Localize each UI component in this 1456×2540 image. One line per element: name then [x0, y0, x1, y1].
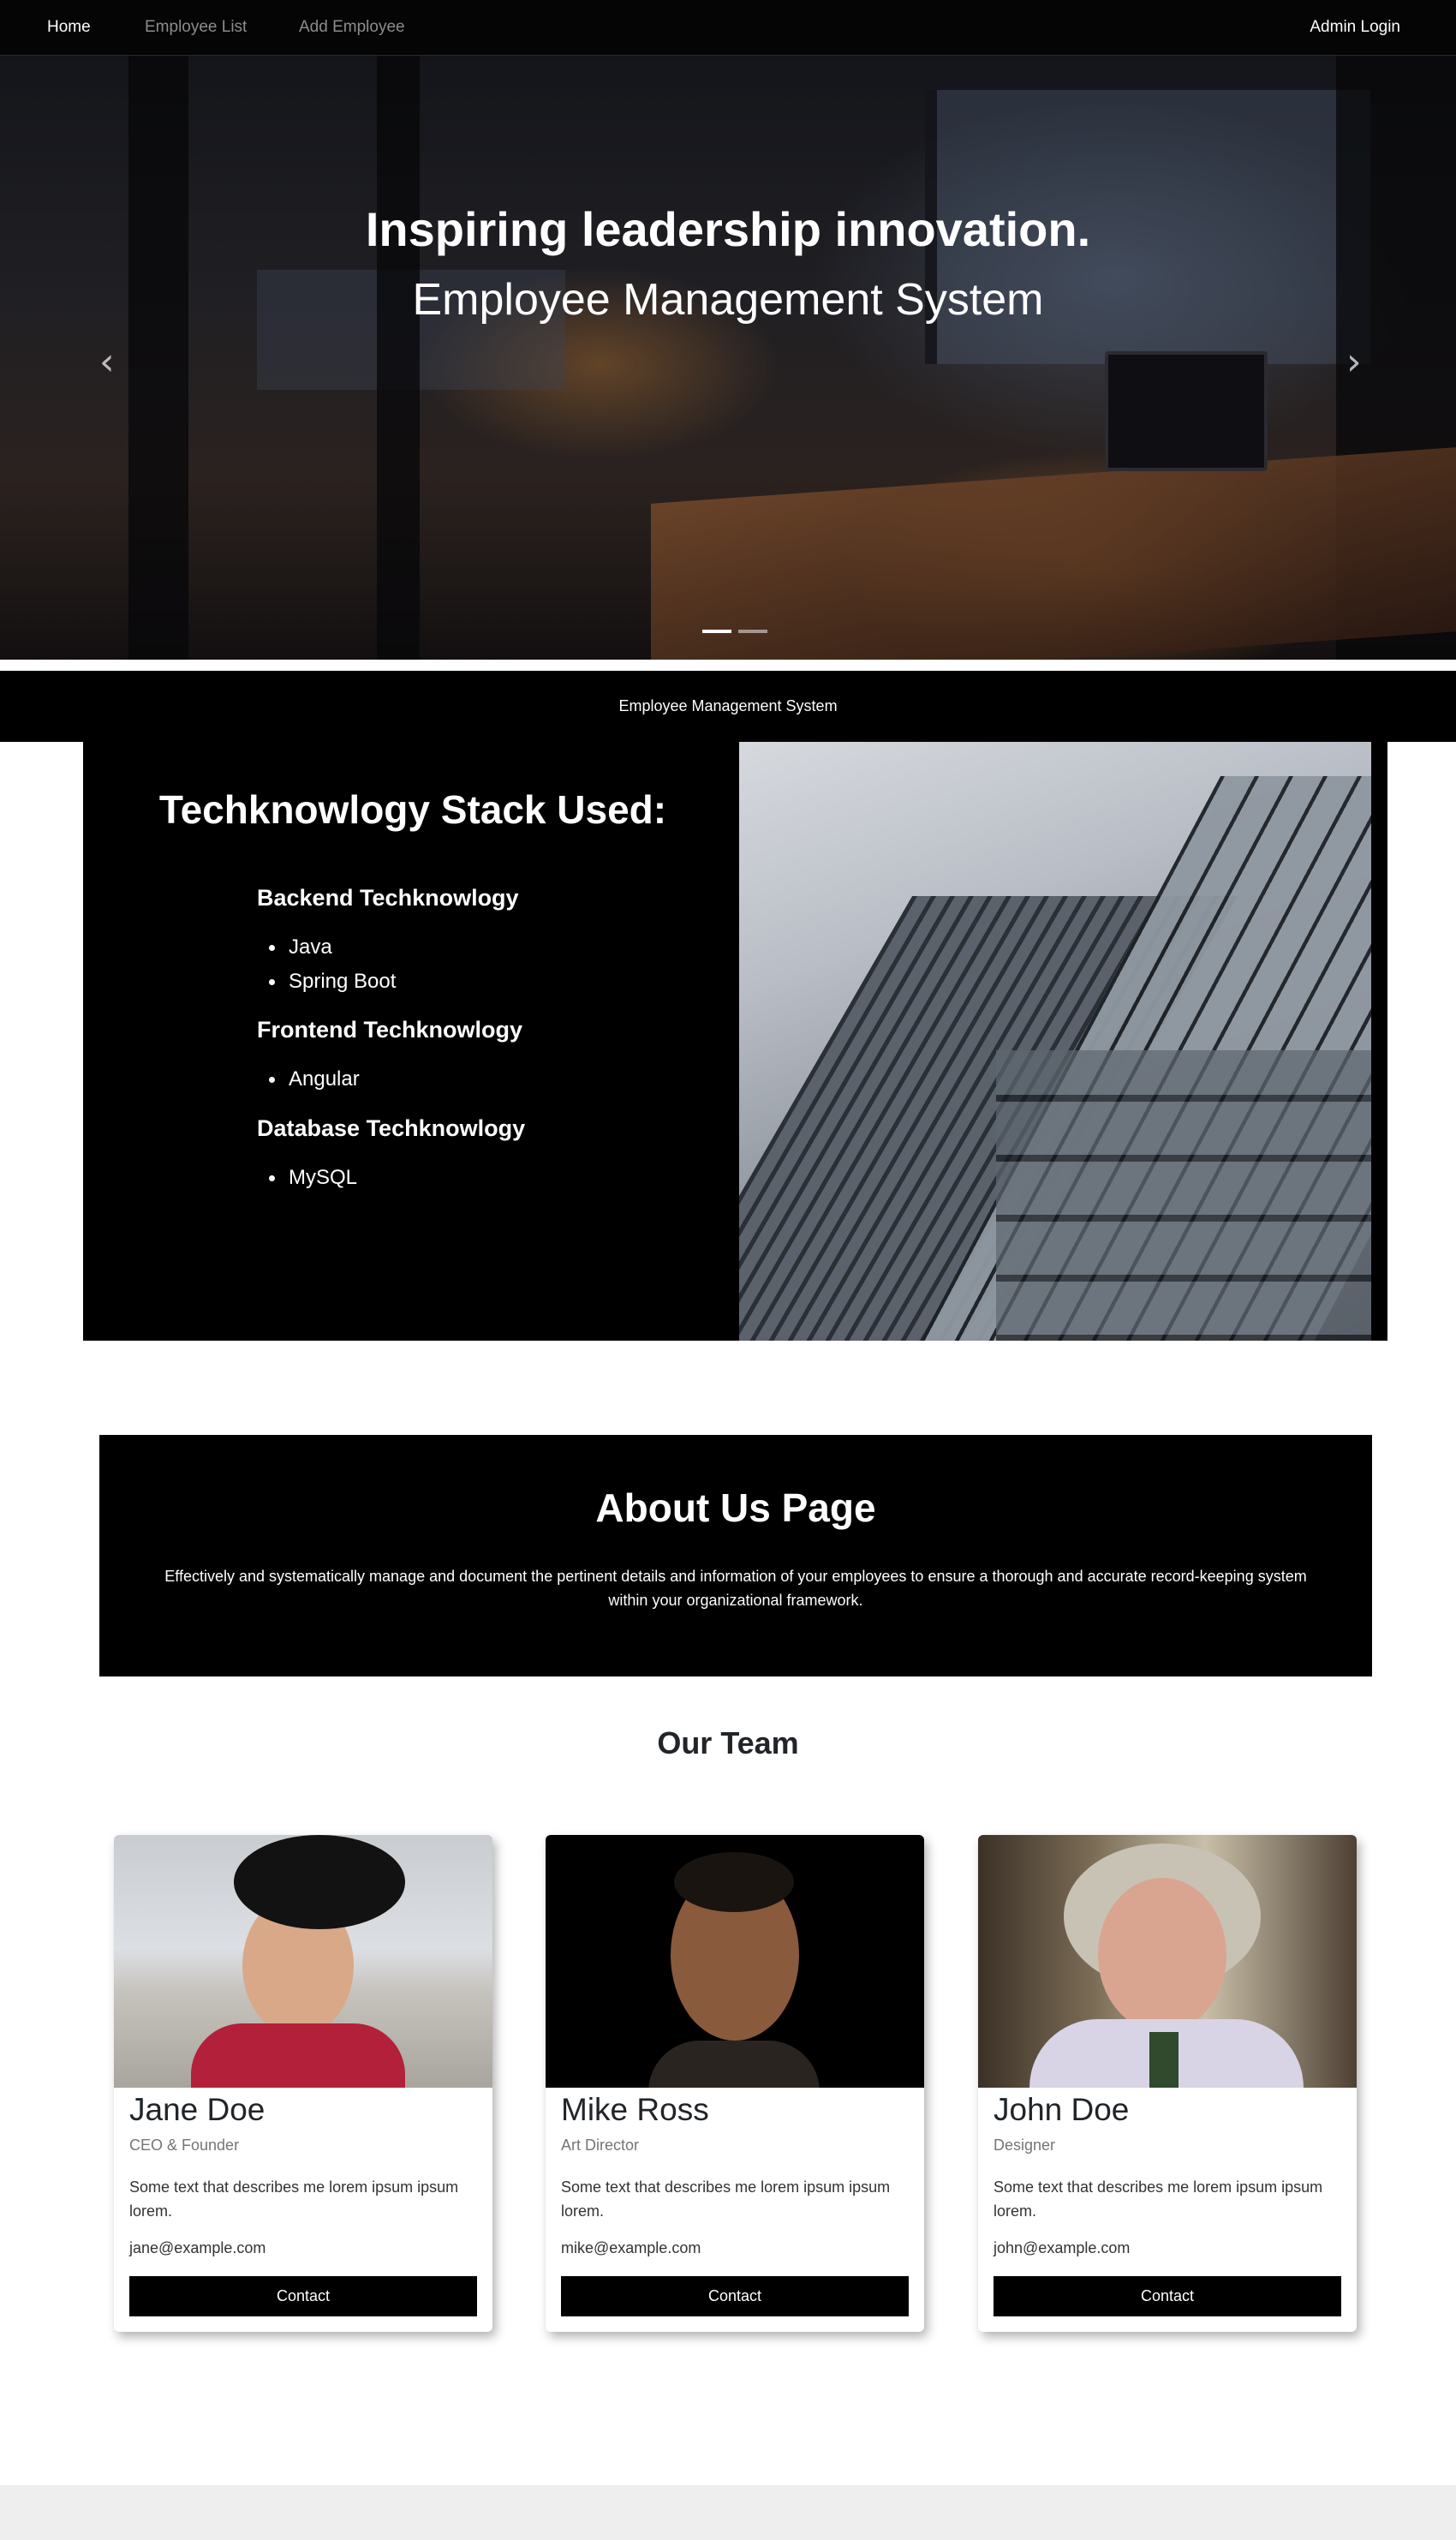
nav-add-employee-link[interactable]: Add Employee [299, 18, 405, 37]
backend-item-java: Java [257, 935, 332, 959]
tech-stack-section: Techknowlogy Stack Used: Backend Techkno… [83, 742, 1387, 1341]
team-card-john: John Doe Designer Some text that describ… [978, 1835, 1357, 2332]
member-email: jane@example.com [129, 2239, 266, 2256]
hero-subtitle: Employee Management System [412, 275, 1044, 325]
page-footer [0, 2485, 1456, 2540]
nav-employee-list-link[interactable]: Employee List [145, 18, 247, 37]
contact-button[interactable]: Contact [994, 2276, 1341, 2316]
jane-photo [114, 1835, 492, 2088]
about-description: Effectively and systematically manage an… [164, 1568, 1307, 1609]
building-floors [996, 1050, 1371, 1341]
contact-button[interactable]: Contact [129, 2276, 477, 2316]
about-title: About Us Page [595, 1485, 876, 1530]
member-description: Some text that describes me lorem ipsum … [129, 2178, 459, 2220]
nav-home-link[interactable]: Home [47, 18, 91, 37]
carousel-next-icon[interactable]: › [1346, 340, 1362, 384]
member-role: CEO & Founder [129, 2137, 240, 2154]
team-card-jane: Jane Doe CEO & Founder Some text that de… [114, 1835, 492, 2332]
team-title: Our Team [657, 1725, 799, 1760]
member-role: Designer [994, 2137, 1056, 2154]
member-email: john@example.com [994, 2239, 1131, 2256]
member-description: Some text that describes me lorem ipsum … [561, 2178, 891, 2220]
top-navbar: Home Employee List Add Employee Admin Lo… [0, 0, 1456, 56]
hero-overlay [0, 56, 1456, 660]
member-name: Jane Doe [129, 2092, 266, 2127]
tech-stack-title: Techknowlogy Stack Used: [158, 787, 667, 832]
frontend-heading: Frontend Techknowlogy [257, 1017, 522, 1043]
frontend-item-angular: Angular [257, 1067, 360, 1091]
team-card-mike: Mike Ross Art Director Some text that de… [546, 1835, 924, 2332]
hero-carousel: Inspiring leadership innovation. Employe… [0, 56, 1456, 660]
about-section: About Us Page Effectively and systematic… [99, 1435, 1372, 1676]
member-role: Art Director [561, 2137, 640, 2154]
carousel-prev-icon[interactable]: ‹ [99, 340, 115, 384]
member-email: mike@example.com [561, 2239, 701, 2256]
strip-title: Employee Management System [618, 697, 838, 714]
hero-title: Inspiring leadership innovation. [365, 202, 1091, 256]
database-item-mysql: MySQL [257, 1166, 357, 1190]
backend-item-spring-boot: Spring Boot [257, 970, 396, 994]
contact-button[interactable]: Contact [561, 2276, 909, 2316]
member-description: Some text that describes me lorem ipsum … [994, 2178, 1323, 2220]
database-heading: Database Techknowlogy [257, 1115, 526, 1141]
carousel-indicator-1[interactable] [702, 630, 731, 633]
john-photo [978, 1835, 1357, 2088]
title-strip: Employee Management System [0, 671, 1456, 742]
nav-admin-login-link[interactable]: Admin Login [1310, 18, 1400, 37]
mike-photo [546, 1835, 924, 2088]
skyscraper-image [739, 742, 1371, 1341]
backend-heading: Backend Techknowlogy [257, 885, 519, 911]
member-name: John Doe [994, 2092, 1130, 2127]
member-name: Mike Ross [561, 2092, 709, 2127]
carousel-indicator-2[interactable] [738, 630, 767, 633]
